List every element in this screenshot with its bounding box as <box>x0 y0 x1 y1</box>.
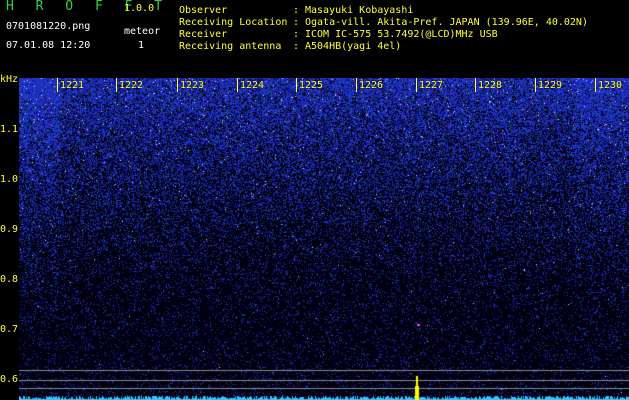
x-tick-label: 1221 <box>60 80 85 91</box>
app-version: 1.0.0 <box>124 3 155 14</box>
meteor-count: 1 <box>138 40 145 51</box>
info-separator: : <box>293 17 300 28</box>
x-tick-label: 1222 <box>119 80 144 91</box>
y-axis: kHz 1.1 1.0 0.9 0.8 0.7 0.6 <box>0 70 20 400</box>
y-tick-label: 1.1 <box>0 124 19 135</box>
x-tick-label: 1227 <box>419 80 444 91</box>
info-separator: : <box>293 5 300 16</box>
info-key-location: Receiving Location <box>179 17 288 28</box>
y-tick-label: 0.9 <box>0 224 19 235</box>
info-value-observer: Masayuki Kobayashi <box>305 5 414 16</box>
y-axis-unit: kHz <box>0 74 19 85</box>
info-separator: : <box>293 29 300 40</box>
meteor-label: meteor <box>124 26 161 37</box>
x-tick <box>57 78 58 92</box>
x-tick <box>475 78 476 92</box>
x-tick-label: 1225 <box>299 80 324 91</box>
file-name: 0701081220.png <box>6 21 91 32</box>
spectrogram <box>19 78 629 400</box>
x-tick-label: 1228 <box>478 80 503 91</box>
x-tick <box>356 78 357 92</box>
x-tick-label: 1226 <box>359 80 384 91</box>
y-tick-label: 0.6 <box>0 374 19 385</box>
info-key-observer: Observer <box>179 5 228 16</box>
y-tick-label: 1.0 <box>0 174 19 185</box>
x-tick <box>237 78 238 92</box>
info-value-antenna: A504HB(yagi 4el) <box>305 41 402 52</box>
info-value-receiver: ICOM IC-575 53.7492(@LCD)MHz USB <box>305 29 498 40</box>
x-tick <box>116 78 117 92</box>
x-tick <box>535 78 536 92</box>
x-tick <box>416 78 417 92</box>
x-tick-label: 1230 <box>598 80 623 91</box>
x-tick <box>296 78 297 92</box>
info-key-receiver: Receiver <box>179 29 228 40</box>
x-tick-label: 1229 <box>538 80 563 91</box>
y-tick-label: 0.8 <box>0 274 19 285</box>
info-key-antenna: Receiving antenna <box>179 41 282 52</box>
y-tick-label: 0.7 <box>0 324 19 335</box>
x-tick-label: 1223 <box>180 80 205 91</box>
info-separator: : <box>293 41 300 52</box>
x-tick-label: 1224 <box>240 80 265 91</box>
info-value-location: Ogata-vill. Akita-Pref. JAPAN (139.96E, … <box>305 17 588 28</box>
observation-datetime: 07.01.08 12:20 <box>6 40 91 51</box>
x-tick <box>177 78 178 92</box>
x-tick <box>595 78 596 92</box>
